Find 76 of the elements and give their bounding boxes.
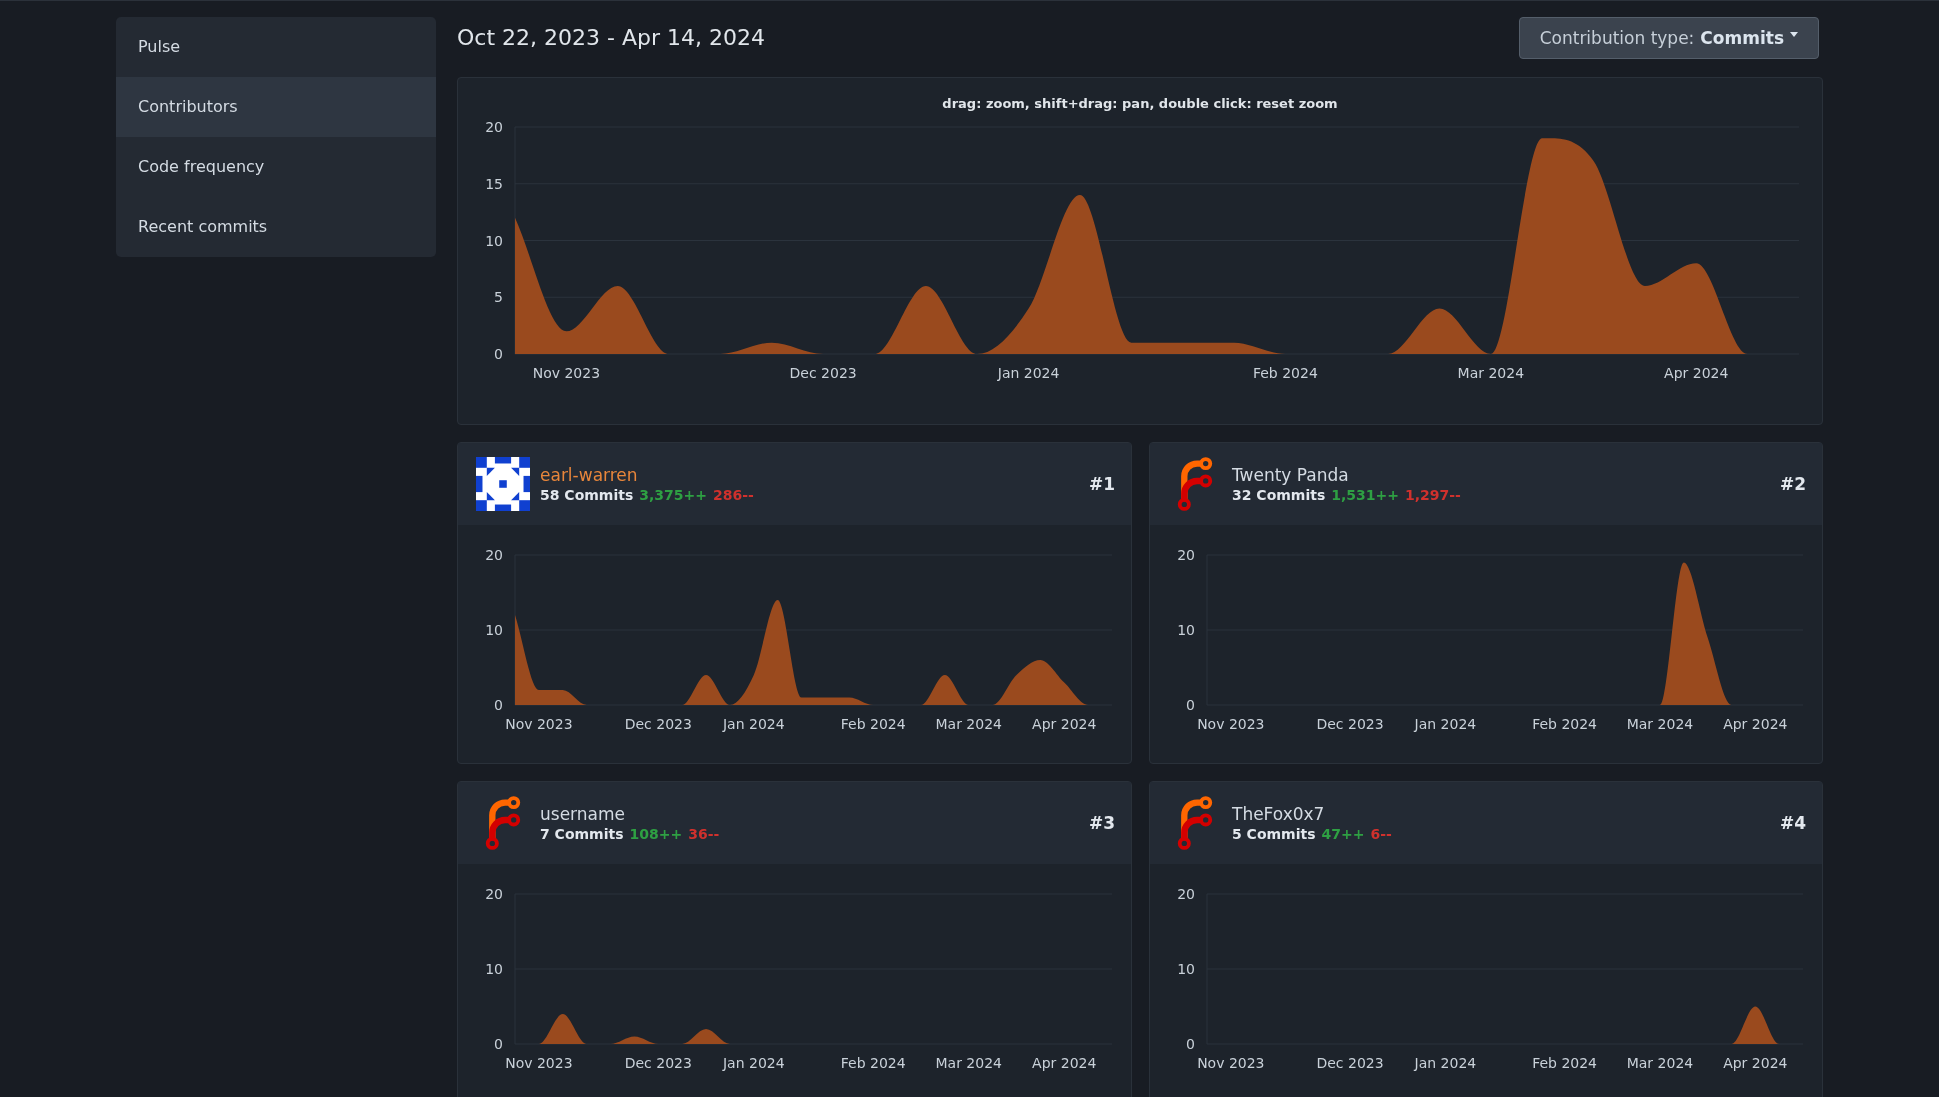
y-tick-label: 10 <box>1177 622 1195 638</box>
contributor-name: Twenty Panda <box>1232 465 1350 485</box>
y-tick-label: 10 <box>485 961 503 977</box>
y-tick-label: 20 <box>485 119 503 135</box>
sidebar-item[interactable]: Contributors <box>116 77 436 137</box>
x-tick-label: Mar 2024 <box>935 1055 1002 1071</box>
x-tick-label: Nov 2023 <box>532 365 601 381</box>
additions-count: 3,375++ <box>639 487 707 503</box>
rank-label: #3 <box>1088 813 1115 833</box>
sidebar-item[interactable]: Code frequency <box>116 137 436 197</box>
y-tick-label: 5 <box>494 289 503 306</box>
x-tick-label: Nov 2023 <box>1197 716 1265 732</box>
y-tick-label: 20 <box>485 886 503 902</box>
x-tick-label: Jan 2024 <box>722 1055 785 1071</box>
commit-count: 7 Commits <box>540 826 624 842</box>
x-tick-label: Feb 2024 <box>1532 1055 1598 1071</box>
additions-count: 1,531++ <box>1331 487 1399 503</box>
sidebar-item[interactable]: Recent commits <box>116 197 436 257</box>
commit-count: 5 Commits <box>1232 826 1316 842</box>
contributor-name-link[interactable]: earl-warren <box>540 465 1079 485</box>
identicon-avatar <box>476 457 530 511</box>
x-tick-label: Jan 2024 <box>1414 716 1477 732</box>
y-tick-label: 20 <box>1177 886 1195 902</box>
x-tick-label: Feb 2024 <box>1532 716 1598 732</box>
y-tick-label: 0 <box>494 697 503 713</box>
contribution-type-dropdown[interactable]: Contribution type: Commits <box>1518 16 1819 59</box>
contributor-name: username <box>540 804 626 824</box>
caret-icon <box>1790 32 1798 37</box>
deletions-count: 36-- <box>688 826 720 842</box>
rank-label: #1 <box>1088 474 1115 494</box>
rank-label: #4 <box>1779 813 1806 833</box>
y-tick-label: 20 <box>1177 547 1195 563</box>
contributor-name: TheFox0x7 <box>1232 804 1326 824</box>
x-tick-label: Apr 2024 <box>1032 1055 1097 1071</box>
additions-count: 108++ <box>629 826 683 842</box>
x-tick-label: Nov 2023 <box>505 716 573 732</box>
x-tick-label: Dec 2023 <box>624 716 692 732</box>
commit-count: 32 Commits <box>1232 487 1326 503</box>
x-tick-label: Feb 2024 <box>840 716 906 732</box>
x-tick-label: Dec 2023 <box>1316 1055 1384 1071</box>
x-tick-label: Mar 2024 <box>1457 365 1525 381</box>
x-tick-label: Nov 2023 <box>505 1055 573 1071</box>
x-tick-label: Feb 2024 <box>1252 365 1318 381</box>
x-tick-label: Dec 2023 <box>624 1055 692 1071</box>
x-tick-label: Mar 2024 <box>935 716 1002 732</box>
x-tick-label: Mar 2024 <box>1626 1055 1694 1071</box>
x-tick-label: Nov 2023 <box>1197 1055 1265 1071</box>
x-tick-label: Jan 2024 <box>722 716 785 732</box>
x-tick-label: Apr 2024 <box>1664 365 1729 381</box>
rank-label: #2 <box>1779 474 1806 494</box>
x-tick-label: Mar 2024 <box>1626 716 1694 732</box>
x-tick-label: Apr 2024 <box>1723 1055 1788 1071</box>
y-tick-label: 10 <box>1177 961 1195 977</box>
deletions-count: 286-- <box>713 487 754 503</box>
x-tick-label: Apr 2024 <box>1723 716 1788 732</box>
y-tick-label: 10 <box>485 232 503 249</box>
sidebar-item[interactable]: Pulse <box>116 17 436 77</box>
chart-hint: drag: zoom, shift+drag: pan, double click: reset zoom <box>941 96 1339 111</box>
x-tick-label: Feb 2024 <box>840 1055 906 1071</box>
y-tick-label: 0 <box>1186 1036 1195 1052</box>
y-tick-label: 10 <box>485 622 503 638</box>
x-tick-label: Dec 2023 <box>789 365 857 381</box>
x-tick-label: Jan 2024 <box>997 365 1060 381</box>
y-tick-label: 0 <box>494 346 503 362</box>
x-tick-label: Jan 2024 <box>1414 1055 1477 1071</box>
y-tick-label: 15 <box>485 175 503 192</box>
y-tick-label: 20 <box>485 547 503 563</box>
date-range: Oct 22, 2023 - Apr 14, 2024 <box>457 25 765 50</box>
y-tick-label: 0 <box>494 1036 503 1052</box>
x-tick-label: Dec 2023 <box>1316 716 1384 732</box>
commit-count: 58 Commits <box>540 487 634 503</box>
additions-count: 47++ <box>1321 826 1365 842</box>
deletions-count: 6-- <box>1370 826 1392 842</box>
deletions-count: 1,297-- <box>1405 487 1461 503</box>
y-tick-label: 0 <box>1186 697 1195 713</box>
x-tick-label: Apr 2024 <box>1032 716 1097 732</box>
